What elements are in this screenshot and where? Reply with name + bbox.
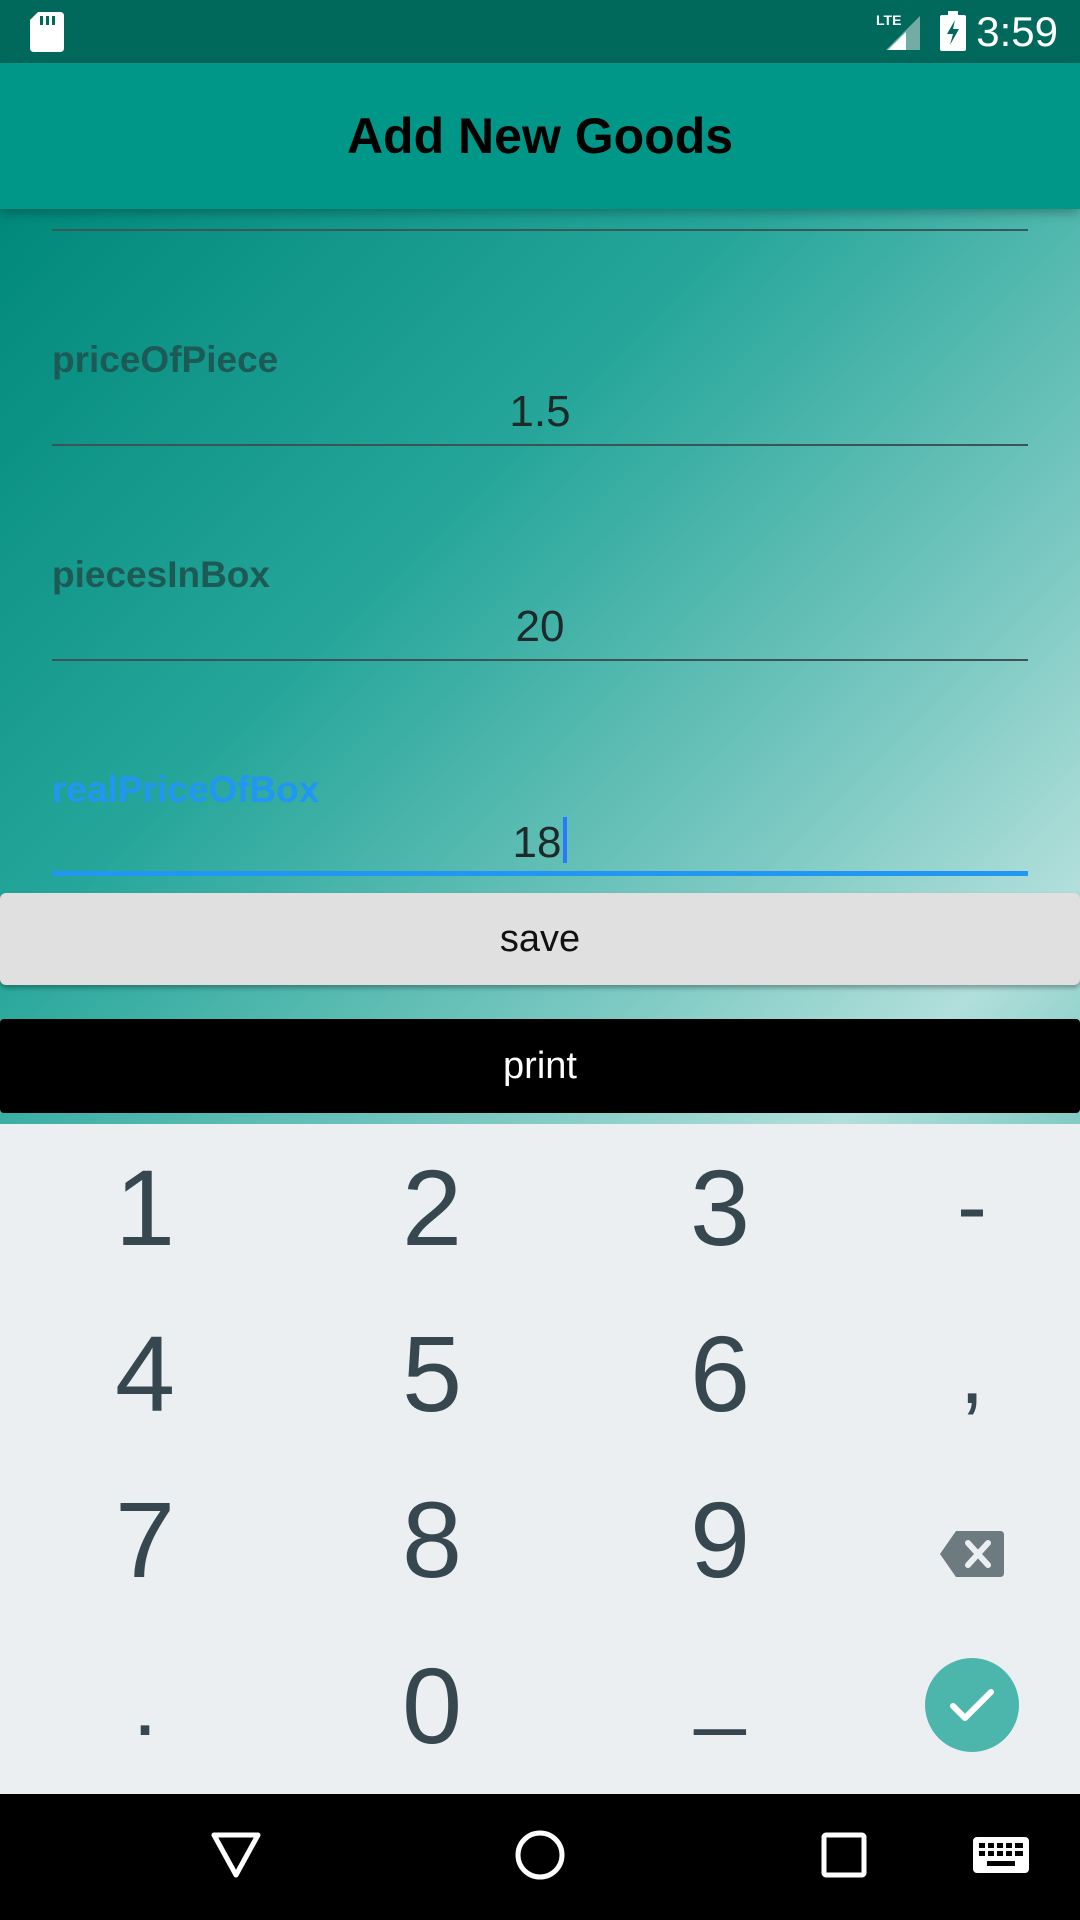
key-6[interactable]: 6 xyxy=(585,1290,855,1456)
navigation-bar xyxy=(0,1794,1080,1920)
key-0[interactable]: 0 xyxy=(297,1622,567,1788)
keyboard-switch-icon xyxy=(973,1836,1029,1878)
home-circle-icon xyxy=(514,1829,566,1886)
key-underscore[interactable]: _ xyxy=(585,1604,855,1770)
field-label: priceOfPiece xyxy=(52,339,279,380)
key-5[interactable]: 5 xyxy=(297,1290,567,1456)
key-2[interactable]: 2 xyxy=(297,1124,567,1290)
status-clock: 3:59 xyxy=(976,8,1058,55)
form-container: priceOfPiece 1.5 piecesInBox 20 realPric… xyxy=(0,209,1080,1124)
field-label: piecesInBox xyxy=(52,554,270,595)
save-button[interactable]: save xyxy=(0,893,1080,985)
numeric-keyboard: 1 2 3 - 4 5 6 , 7 8 9 . 0 _ xyxy=(0,1124,1080,1794)
keyboard-switch-button[interactable] xyxy=(966,1794,1036,1920)
field-underline-focused xyxy=(52,871,1028,876)
home-button[interactable] xyxy=(480,1794,600,1920)
key-3[interactable]: 3 xyxy=(585,1124,855,1290)
key-comma[interactable]: , xyxy=(837,1290,1080,1456)
field-value[interactable]: 1.5 xyxy=(52,387,1028,437)
app-bar: Add New Goods xyxy=(0,63,1080,209)
price-of-piece-field[interactable]: priceOfPiece 1.5 xyxy=(52,231,1028,446)
recents-button[interactable] xyxy=(784,1794,904,1920)
sd-card-icon xyxy=(30,12,64,57)
text-cursor xyxy=(563,817,568,863)
recents-square-icon xyxy=(821,1832,867,1883)
status-bar: LTE 3:59 xyxy=(0,0,1080,63)
key-8[interactable]: 8 xyxy=(297,1456,567,1622)
page-title: Add New Goods xyxy=(346,108,734,164)
key-minus[interactable]: - xyxy=(837,1124,1080,1290)
battery-charging-icon xyxy=(940,11,966,56)
enter-key[interactable] xyxy=(837,1622,1080,1788)
field-value[interactable]: 20 xyxy=(52,602,1028,652)
pieces-in-box-field[interactable]: piecesInBox 20 xyxy=(52,446,1028,661)
svg-text:LTE: LTE xyxy=(876,12,901,28)
real-price-of-box-field[interactable]: realPriceOfBox 18 xyxy=(52,661,1028,876)
backspace-key[interactable] xyxy=(837,1456,1080,1622)
enter-check-icon xyxy=(925,1658,1019,1752)
backspace-icon xyxy=(940,1477,1004,1602)
field-value: 18 xyxy=(512,818,562,867)
key-4[interactable]: 4 xyxy=(10,1290,280,1456)
key-period[interactable]: . xyxy=(10,1622,280,1788)
print-button[interactable]: print xyxy=(0,1019,1080,1113)
field-label: realPriceOfBox xyxy=(52,769,320,810)
lte-signal-icon: LTE xyxy=(876,12,922,57)
back-triangle-icon xyxy=(210,1831,262,1884)
field-value-wrap[interactable]: 18 xyxy=(52,817,1028,868)
key-1[interactable]: 1 xyxy=(10,1124,280,1290)
key-9[interactable]: 9 xyxy=(585,1456,855,1622)
key-7[interactable]: 7 xyxy=(10,1456,280,1622)
back-button[interactable] xyxy=(176,1794,296,1920)
